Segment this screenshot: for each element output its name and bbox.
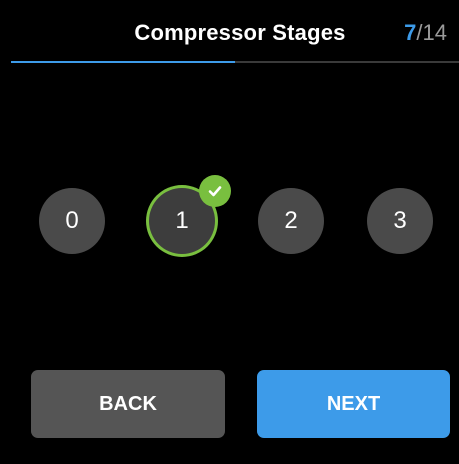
back-button[interactable]: BACK (31, 370, 225, 438)
stage-option-0[interactable]: 0 (39, 188, 105, 254)
stage-option-2[interactable]: 2 (258, 188, 324, 254)
check-icon (199, 175, 231, 207)
next-button[interactable]: NEXT (257, 370, 450, 438)
stage-option-3[interactable]: 3 (367, 188, 433, 254)
